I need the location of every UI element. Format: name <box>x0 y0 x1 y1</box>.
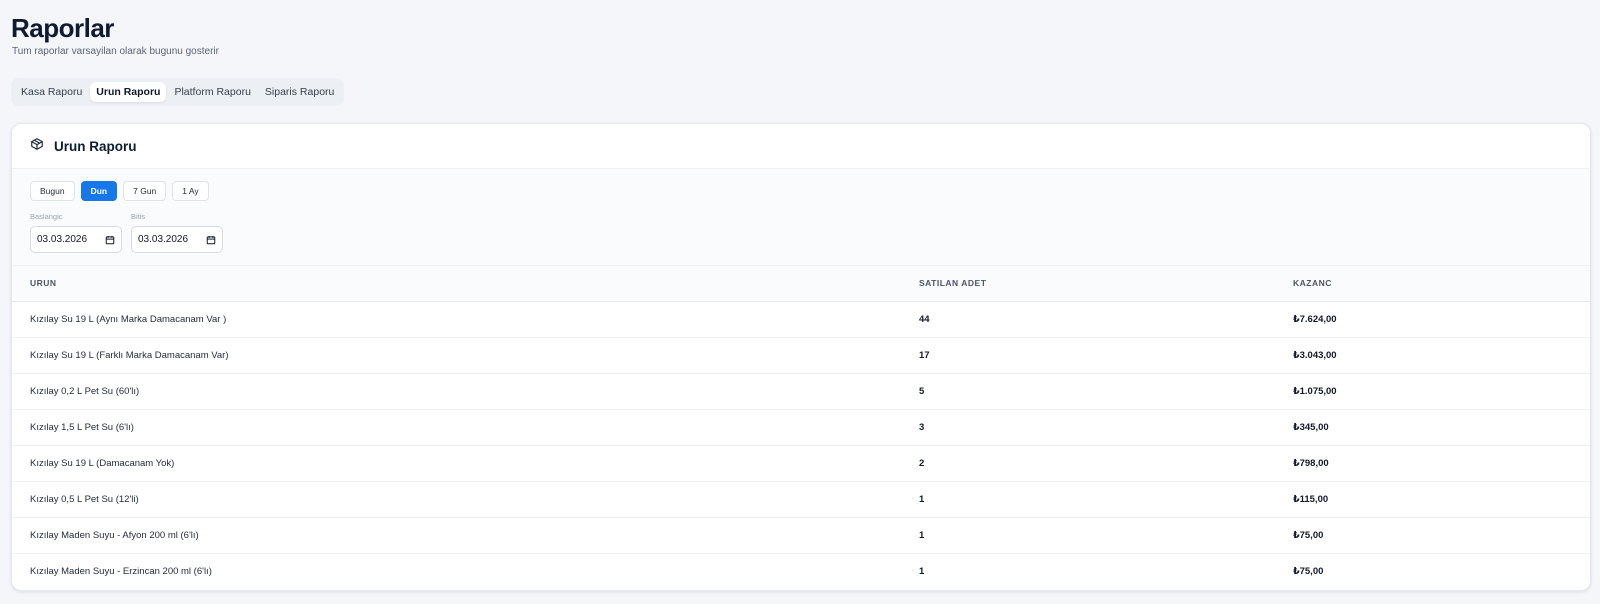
start-date-input[interactable]: 03.03.2026 <box>30 226 122 253</box>
page-title: Raporlar <box>11 13 114 43</box>
qty-cell: 1 <box>919 481 1293 518</box>
product-cell: Kızılay Su 19 L (Damacanam Yok) <box>12 445 919 482</box>
table-header-row: URUN SATILAN ADET KAZANC <box>12 266 1590 302</box>
revenue-cell: ₺115,00 <box>1293 481 1590 518</box>
qty-cell: 5 <box>919 373 1293 410</box>
tab-siparis-raporu[interactable]: Siparis Raporu <box>259 82 340 102</box>
table-row: Kızılay 0,2 L Pet Su (60'lı) 5 ₺1.075,00 <box>12 373 1590 410</box>
card-header: Urun Raporu <box>12 124 1590 169</box>
qty-cell: 3 <box>919 409 1293 446</box>
table-row: Kızılay Su 19 L (Aynı Marka Damacanam Va… <box>12 301 1590 338</box>
product-cell: Kızılay 0,2 L Pet Su (60'lı) <box>12 373 919 410</box>
end-date-value: 03.03.2026 <box>138 234 189 245</box>
revenue-cell: ₺3.043,00 <box>1293 337 1590 374</box>
calendar-icon[interactable] <box>105 235 115 245</box>
header-urun[interactable]: URUN <box>12 266 919 302</box>
revenue-cell: ₺75,00 <box>1293 517 1590 554</box>
table-row: Kızılay Maden Suyu - Erzincan 200 ml (6'… <box>12 553 1590 589</box>
revenue-cell: ₺75,00 <box>1293 565 1324 577</box>
range-today-button[interactable]: Bugun <box>30 181 75 201</box>
product-cell: Kızılay Su 19 L (Aynı Marka Damacanam Va… <box>12 301 919 338</box>
range-yesterday-button[interactable]: Dun <box>80 181 118 201</box>
box-icon <box>30 137 44 156</box>
range-7-days-button[interactable]: 7 Gun <box>123 181 167 201</box>
start-date-label: Baslangic <box>30 212 63 221</box>
product-cell: Kızılay 1,5 L Pet Su (6'lı) <box>12 409 919 446</box>
qty-cell: 1 <box>919 565 925 577</box>
product-report-card: Urun Raporu Bugun Dun 7 Gun 1 Ay Baslang… <box>11 123 1591 591</box>
reports-page: Raporlar Tum raporlar varsayilan olarak … <box>0 0 1600 591</box>
range-1-month-button[interactable]: 1 Ay <box>172 181 209 201</box>
revenue-cell: ₺1.075,00 <box>1293 373 1590 410</box>
page-subtitle: Tum raporlar varsayilan olarak bugunu go… <box>12 46 219 57</box>
end-date-group: Bitis 03.03.2026 <box>131 212 223 253</box>
card-title: Urun Raporu <box>54 138 137 154</box>
table-row: Kızılay Su 19 L (Farklı Marka Damacanam … <box>12 337 1590 374</box>
header-kazanc[interactable]: KAZANC <box>1293 266 1590 302</box>
header-satilan-adet[interactable]: SATILAN ADET <box>919 266 1293 302</box>
report-tabs: Kasa Raporu Urun Raporu Platform Raporu … <box>11 78 345 106</box>
qty-cell: 17 <box>919 337 1293 374</box>
qty-cell: 1 <box>919 517 1293 554</box>
qty-cell: 44 <box>919 301 1293 338</box>
tab-urun-raporu[interactable]: Urun Raporu <box>90 82 167 102</box>
product-report-table: URUN SATILAN ADET KAZANC Kızılay Su 19 L… <box>12 266 1590 589</box>
revenue-cell: ₺798,00 <box>1293 445 1590 482</box>
product-cell: Kızılay Su 19 L (Farklı Marka Damacanam … <box>12 337 919 374</box>
table-row: Kızılay Su 19 L (Damacanam Yok) 2 ₺798,0… <box>12 445 1590 482</box>
product-cell: Kızılay Maden Suyu - Erzincan 200 ml (6'… <box>30 565 212 577</box>
range-button-group: Bugun Dun 7 Gun 1 Ay <box>30 181 1572 201</box>
table-row: Kızılay Maden Suyu - Afyon 200 ml (6'lı)… <box>12 517 1590 554</box>
start-date-value: 03.03.2026 <box>37 234 88 245</box>
end-date-input[interactable]: 03.03.2026 <box>131 226 223 253</box>
calendar-icon[interactable] <box>206 235 216 245</box>
table-row: Kızılay 0,5 L Pet Su (12'li) 1 ₺115,00 <box>12 481 1590 518</box>
tab-platform-raporu[interactable]: Platform Raporu <box>168 82 256 102</box>
revenue-cell: ₺7.624,00 <box>1293 301 1590 338</box>
revenue-cell: ₺345,00 <box>1293 409 1590 446</box>
filter-panel: Bugun Dun 7 Gun 1 Ay Baslangic 03.03.202… <box>12 169 1590 266</box>
end-date-label: Bitis <box>131 212 146 221</box>
qty-cell: 2 <box>919 445 1293 482</box>
date-range-row: Baslangic 03.03.2026 Bitis 03.03.2026 <box>30 212 1572 253</box>
product-cell: Kızılay Maden Suyu - Afyon 200 ml (6'lı) <box>12 517 919 554</box>
start-date-group: Baslangic 03.03.2026 <box>30 212 122 253</box>
tab-kasa-raporu[interactable]: Kasa Raporu <box>15 82 88 102</box>
table-row: Kızılay 1,5 L Pet Su (6'lı) 3 ₺345,00 <box>12 409 1590 446</box>
product-cell: Kızılay 0,5 L Pet Su (12'li) <box>12 481 919 518</box>
